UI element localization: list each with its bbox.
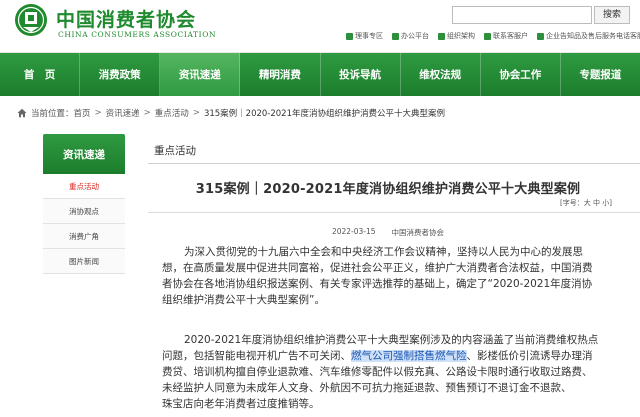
office-icon xyxy=(392,32,399,40)
font-size-large[interactable]: 大 xyxy=(584,199,591,207)
font-size-suffix: ] xyxy=(609,199,612,207)
title-divider xyxy=(148,212,640,213)
breadcrumb-current: 315案例｜2020-2021年度消协组织维护消费公平十大典型案例 xyxy=(203,109,445,119)
paragraph-text: 问题，包括智能电视开机广告不可关闭、 xyxy=(162,350,351,362)
paragraph-line: 珠宝店向老年消费者过度推销等。 xyxy=(162,398,320,410)
top-links: 理事专区 办公平台 组织架构 联系客服户 企业告知品及售后服务电话客服 xyxy=(346,31,640,41)
section-header: 重点活动 xyxy=(148,138,640,164)
nav-rights-law[interactable]: 维权法规 xyxy=(401,53,481,96)
nav-home[interactable]: 首 页 xyxy=(0,53,81,96)
paragraph-line: 问题，包括智能电视开机广告不可关闭、燃气公司强制搭售燃气险、影楼低价引流诱导办理… xyxy=(162,348,630,364)
paragraph-line: 为深入贯彻党的十九届六中全会和中央经济工作会议精神，坚持以人民为中心的发展思 xyxy=(184,246,583,258)
nav-special-reports[interactable]: 专题报道 xyxy=(561,53,640,96)
site-header: 中国消费者协会 CHINA CONSUMERS ASSOCIATION 搜索 理… xyxy=(0,0,640,52)
nav-complaint-guide[interactable]: 投诉导航 xyxy=(321,53,401,96)
breadcrumb-separator: > xyxy=(94,108,102,118)
toplink-label: 办公平台 xyxy=(401,32,429,40)
toplink-label: 组织架构 xyxy=(447,32,475,40)
sidebar-item-photo-news[interactable]: 图片新闻 xyxy=(43,249,125,274)
article-date: 2022-03-15 xyxy=(331,227,376,236)
breadcrumb-separator: > xyxy=(192,108,200,118)
site-title[interactable]: 中国消费者协会 xyxy=(56,5,196,32)
article-paragraph-1: 为深入贯彻党的十九届六中全会和中央经济工作会议精神，坚持以人民为中心的发展思 想… xyxy=(162,244,630,308)
toplink-council[interactable]: 理事专区 xyxy=(346,31,383,41)
sidebar-item-consumer-angle[interactable]: 消费广角 xyxy=(43,224,125,249)
structure-icon xyxy=(438,32,445,40)
site-title-english: CHINA CONSUMERS ASSOCIATION xyxy=(58,30,217,39)
nav-news[interactable]: 资讯速递 xyxy=(160,53,241,96)
cca-logo-icon[interactable] xyxy=(14,3,48,37)
paragraph-line: 费贷、培训机构擅自停业退款难、汽车维修零配件以假充真、公路设卡限时通行收取过路费… xyxy=(162,366,593,378)
breadcrumb-prefix: 当前位置： xyxy=(31,109,74,119)
toplink-label: 理事专区 xyxy=(355,32,383,40)
paragraph-line: 未经监护人同意为未成年人文身、外航因不可抗力拖延退款、预售预订不退订金不退款、 xyxy=(162,382,572,394)
paragraph-line: 想，在高质量发展中促进共同富裕，促进社会公平正义，维护广大消费者合法权益，中国消… xyxy=(162,262,593,274)
font-size-prefix: [字号： xyxy=(560,199,584,207)
font-size-medium[interactable]: 中 xyxy=(593,199,600,207)
enterprise-icon xyxy=(537,32,544,40)
highlighted-text[interactable]: 燃气公司强制搭售燃气险 xyxy=(351,350,467,362)
breadcrumb: 当前位置： 首页 > 资讯速递 > 重点活动 > 315案例｜2020-2021… xyxy=(17,106,445,120)
toplink-enterprise[interactable]: 企业告知品及售后服务电话客服 xyxy=(537,31,640,41)
paragraph-line: 组织维护消费公平十大典型案例”。 xyxy=(162,294,325,306)
article-title: 315案例｜2020-2021年度消协组织维护消费公平十大典型案例 xyxy=(195,182,581,197)
breadcrumb-separator: > xyxy=(143,108,151,118)
toplink-label: 电话客服 xyxy=(616,32,640,40)
article-paragraph-2: 2020-2021年度消协组织维护消费公平十大典型案例涉及的内容涵盖了当前消费维… xyxy=(162,332,630,412)
paragraph-line: 2020-2021年度消协组织维护消费公平十大典型案例涉及的内容涵盖了当前消费维… xyxy=(184,334,599,346)
toplink-office[interactable]: 办公平台 xyxy=(392,31,429,41)
toplink-service[interactable]: 联系客服户 xyxy=(484,31,528,41)
service-icon xyxy=(484,32,491,40)
breadcrumb-news[interactable]: 资讯速递 xyxy=(106,107,140,119)
toplink-structure[interactable]: 组织架构 xyxy=(438,31,475,41)
toplink-label: 联系客服户 xyxy=(493,32,528,40)
toplink-label: 企业告知品及售后服务 xyxy=(546,32,616,40)
sidebar-item-viewpoints[interactable]: 消协观点 xyxy=(43,199,125,224)
nav-smart-consumption[interactable]: 精明消费 xyxy=(240,53,321,96)
nav-consumer-policy[interactable]: 消费政策 xyxy=(80,53,161,96)
sidebar: 资讯速递 重点活动 消协观点 消费广角 图片新闻 xyxy=(43,134,125,274)
search-input[interactable] xyxy=(452,6,592,24)
paragraph-line: 者协会在各地消协组织报送案例、有关专家评选推荐的基础上，确定了“2020-202… xyxy=(162,278,593,290)
sidebar-title: 资讯速递 xyxy=(43,134,125,174)
article-source: 中国消费者协会 xyxy=(391,228,445,237)
main-nav: 首 页 消费政策 资讯速递 精明消费 投诉导航 维权法规 协会工作 专题报道 xyxy=(0,52,640,96)
council-icon xyxy=(346,32,353,40)
paragraph-text: 、影楼低价引流诱导办理消 xyxy=(466,350,593,362)
search-button[interactable]: 搜索 xyxy=(594,6,630,24)
breadcrumb-home[interactable]: 首页 xyxy=(74,107,91,119)
section-title: 重点活动 xyxy=(154,145,196,157)
home-icon xyxy=(17,108,27,118)
sidebar-item-key-activities[interactable]: 重点活动 xyxy=(43,174,125,199)
article-meta: 2022-03-15 中国消费者协会 xyxy=(148,227,628,238)
nav-association-work[interactable]: 协会工作 xyxy=(481,53,561,96)
breadcrumb-key-activities[interactable]: 重点活动 xyxy=(155,107,189,119)
font-size-control: [字号：大 中 小] xyxy=(560,198,612,208)
